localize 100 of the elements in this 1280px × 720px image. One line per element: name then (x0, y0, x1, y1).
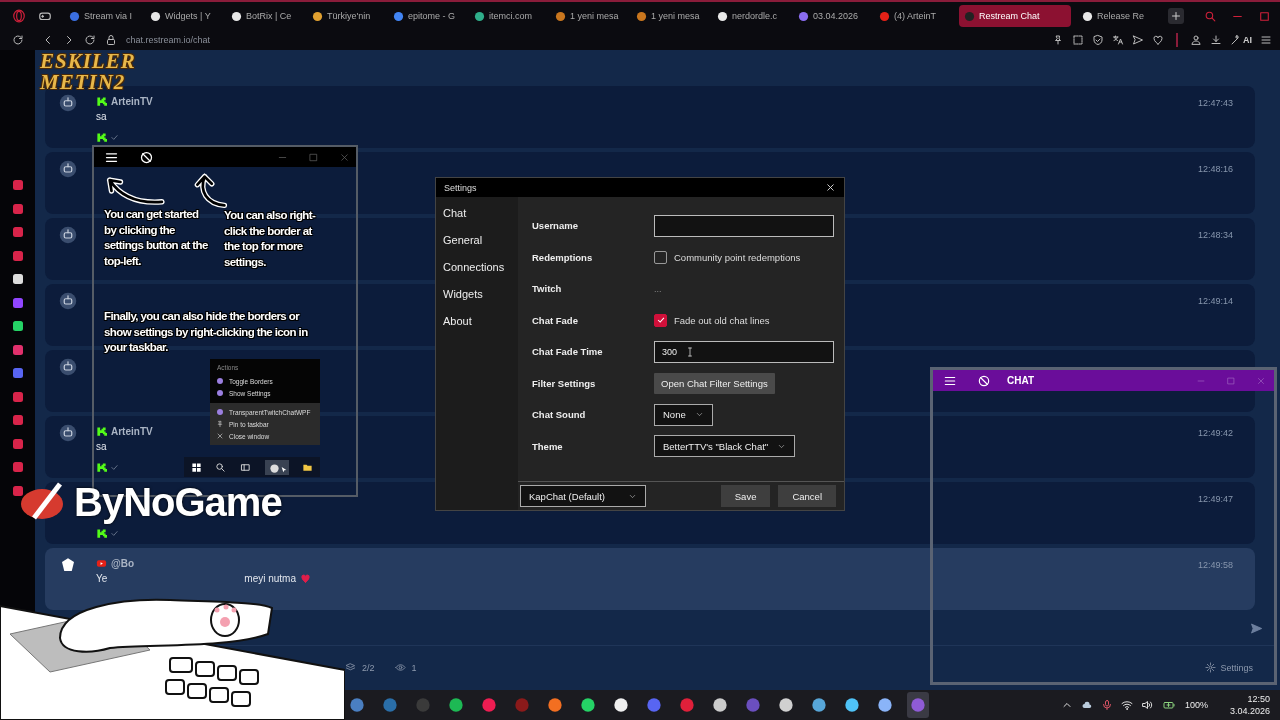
text-field[interactable]: 300 (654, 340, 834, 363)
dropdown[interactable]: BetterTTV's "Black Chat" (654, 435, 796, 458)
browser-tab[interactable]: epitome - G (388, 5, 467, 27)
pin-icon[interactable] (1052, 34, 1064, 46)
message-text: sa (96, 441, 107, 452)
speaker-icon[interactable] (1140, 699, 1153, 711)
nav-item[interactable]: General (443, 232, 518, 248)
video-play-icon (96, 558, 107, 569)
app-icon[interactable] (448, 697, 464, 713)
window-title: CHAT (1007, 375, 1035, 386)
queue-count: 2/2 (362, 662, 375, 673)
app-icon[interactable] (547, 697, 563, 713)
slashed-circle-icon[interactable] (977, 373, 991, 388)
shield-icon[interactable] (1092, 34, 1104, 46)
filter-settings-button[interactable]: Open Chat Filter Settings (654, 372, 775, 394)
timestamp: 12:48:34 (1197, 229, 1234, 240)
clock-date[interactable]: 3.04.2026 (1229, 705, 1270, 717)
app-icon[interactable] (580, 697, 596, 713)
gamepad-icon[interactable] (38, 9, 52, 23)
curved-arrow (192, 171, 228, 211)
app-icon[interactable] (844, 697, 860, 713)
browser-tab[interactable]: Türkiye'nin (307, 5, 386, 27)
browser-tab[interactable]: nerdordle.c (712, 5, 791, 27)
translate-icon[interactable] (1112, 34, 1124, 46)
browser-tab[interactable]: 1 yeni mesa (550, 5, 629, 27)
browser-tab[interactable]: BotRix | Ce (226, 5, 305, 27)
k-logo-icon (96, 528, 107, 539)
maximize-icon[interactable] (1258, 9, 1271, 23)
nav-item[interactable]: Chat (443, 205, 518, 221)
username: @Bo (111, 558, 135, 569)
mouse-pointer-icon (279, 465, 288, 474)
browser-tab[interactable]: 1 yeni mesa (631, 5, 710, 27)
send-icon[interactable] (1132, 34, 1144, 46)
field-label: Filter Settings (532, 377, 597, 389)
address-field[interactable]: chat.restream.io/chat (126, 35, 211, 45)
heart-icon[interactable] (1152, 34, 1164, 46)
app-icon[interactable] (778, 697, 794, 713)
selection-icon[interactable] (1072, 34, 1084, 46)
person-icon[interactable] (1190, 34, 1202, 46)
nav-item[interactable]: About (443, 313, 518, 329)
battery-icon[interactable] (1160, 699, 1177, 711)
viewer-count: 1 (411, 662, 417, 673)
ai-button[interactable]: AI (1230, 34, 1252, 46)
browser-tab[interactable]: (4) ArteinT (874, 5, 953, 27)
nav-item[interactable]: Widgets (443, 286, 518, 302)
app-icon (268, 462, 280, 474)
settings-link[interactable]: Settings (1205, 662, 1253, 673)
checkbox[interactable] (654, 250, 667, 264)
nav-item[interactable]: Connections (443, 259, 518, 275)
plus-icon (1170, 10, 1182, 22)
message-text: Ye (96, 573, 108, 584)
browser-tab[interactable]: 03.04.2026 (793, 5, 872, 27)
ring-icon[interactable] (12, 9, 26, 23)
eye-icon (394, 662, 406, 673)
slashed-circle-icon[interactable] (139, 149, 154, 165)
checkbox-label: Fade out old chat lines (674, 314, 770, 326)
check-icon (110, 529, 119, 538)
preset-dropdown[interactable]: KapChat (Default) (520, 485, 646, 507)
dropdown[interactable]: None (654, 403, 713, 426)
dialog-button[interactable]: Save (720, 485, 771, 507)
browser-tab[interactable]: Widgets | Y (145, 5, 224, 27)
instruction-text: You can get started by clicking the settings button at the top-left. (104, 207, 208, 269)
timestamp: 12:49:14 (1197, 295, 1234, 306)
task-view-icon (240, 461, 251, 473)
robot-icon (58, 94, 77, 112)
cloud-icon[interactable] (1080, 699, 1093, 711)
message-text: meyi nutma (244, 573, 296, 584)
status-text: ... (654, 283, 662, 294)
app-icon[interactable] (712, 697, 728, 713)
k-logo-icon (96, 132, 107, 143)
timestamp: 12:47:43 (1197, 97, 1234, 108)
close-icon[interactable] (825, 182, 836, 193)
microphone-icon[interactable] (1100, 699, 1113, 711)
text-field[interactable] (654, 214, 834, 237)
search-icon[interactable] (1204, 9, 1217, 23)
reload-icon[interactable] (12, 34, 24, 46)
dialog-button[interactable]: Cancel (778, 485, 836, 507)
app-icon[interactable] (613, 697, 629, 713)
app-icon[interactable] (11, 273, 24, 285)
browser-tab[interactable]: Stream via I (64, 5, 143, 27)
browser-tab[interactable]: Restream Chat (959, 5, 1071, 27)
new-tab-button[interactable] (1168, 8, 1184, 24)
robot-icon (58, 226, 77, 244)
username: ArteinTV (111, 96, 153, 107)
app-icon[interactable] (811, 697, 827, 713)
app-icon[interactable] (877, 697, 893, 713)
timestamp: 12:49:42 (1197, 427, 1234, 438)
robot-icon (58, 292, 77, 310)
clock-time[interactable]: 12:50 (1247, 693, 1270, 705)
wifi-icon[interactable] (1120, 699, 1133, 711)
robot-icon (58, 424, 77, 442)
reload-icon[interactable] (84, 34, 96, 46)
k-logo-icon (96, 96, 107, 107)
browser-tab[interactable]: itemci.com (469, 5, 548, 27)
download-icon[interactable] (1210, 34, 1222, 46)
browser-tab[interactable]: Release Re (1077, 5, 1156, 27)
check-icon (655, 315, 666, 326)
instruction-text: Finally, you can also hide the borders or show settings by right-clicking the icon in your taskbar. (104, 309, 309, 355)
app-icon[interactable] (11, 320, 24, 332)
checkbox[interactable] (654, 313, 667, 327)
